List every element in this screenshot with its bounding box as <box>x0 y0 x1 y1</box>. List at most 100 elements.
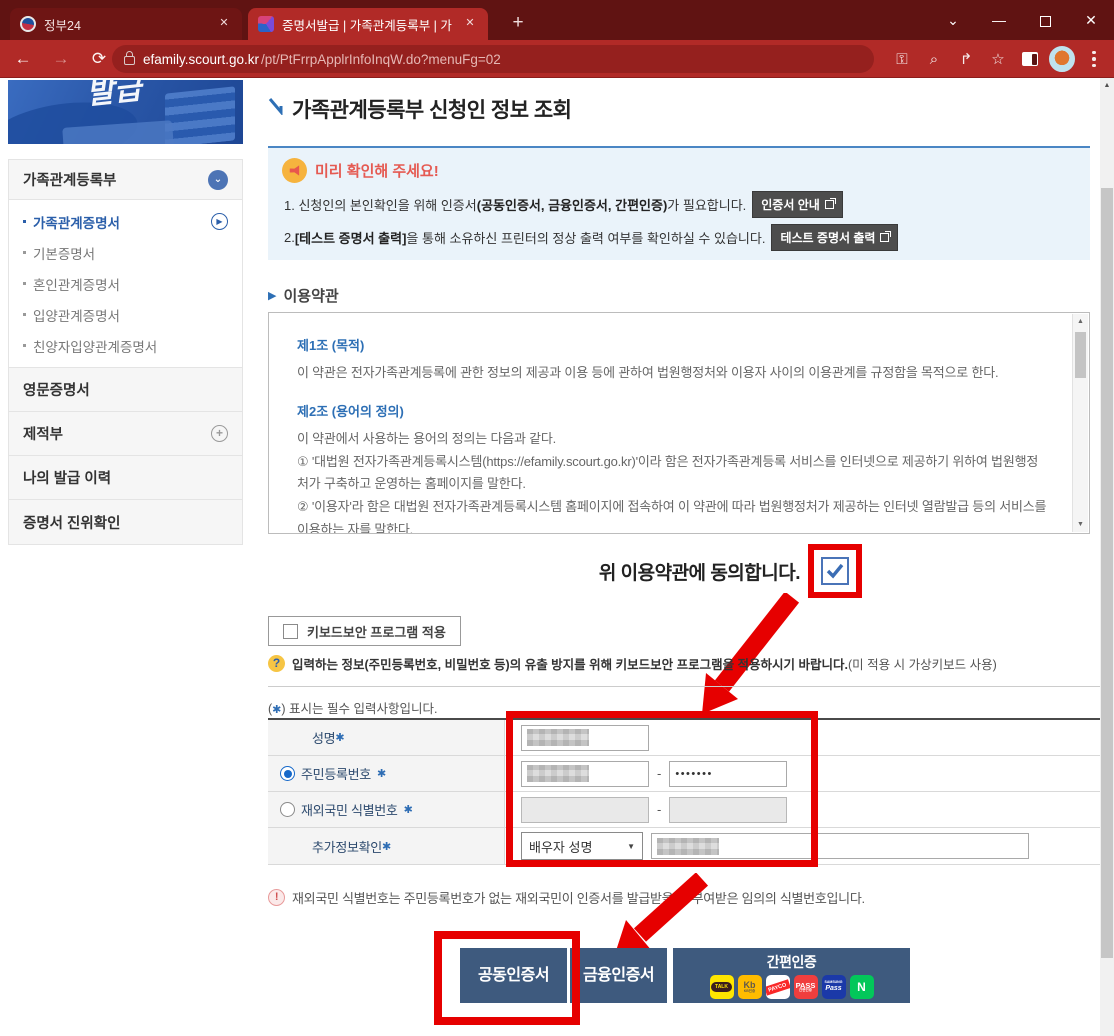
side-panel-icon[interactable] <box>1016 45 1044 73</box>
keyboard-security-label: 키보드보안 프로그램 적용 <box>307 622 446 641</box>
scroll-thumb[interactable] <box>1075 332 1086 378</box>
simple-auth-button[interactable]: 간편인증 TALK KbKB인증 PAYCO PASS간편인증 SAMSUNGP… <box>673 948 910 1003</box>
page-scrollbar[interactable]: ▲ <box>1100 78 1114 1036</box>
scroll-up-icon[interactable]: ▲ <box>1100 78 1114 92</box>
sidebar-item-adoption-cert[interactable]: 입양관계증명서 <box>9 299 242 330</box>
required-star-icon: ✱ <box>272 704 281 716</box>
terms-box[interactable]: 제1조 (목적) 이 약관은 전자가족관계등록에 관한 정보의 제공과 이용 등… <box>268 312 1090 534</box>
resident-number-front-input[interactable] <box>521 761 649 787</box>
scroll-down-icon[interactable]: ▼ <box>1073 517 1088 532</box>
finance-cert-button[interactable]: 금융인증서 <box>570 948 667 1003</box>
notice-line-1: 1. 신청인의 본인확인을 위해 인증서(공동인증서, 금융인증서, 간편인증)… <box>284 191 1076 218</box>
browser-titlebar: 정부24 ✕ 증명서발급 | 가족관계등록부 | 가 ✕ + ⌄ — ✕ <box>0 0 1114 40</box>
forward-icon[interactable]: → <box>46 44 76 74</box>
sidebar-item-jejeokbu[interactable]: 제적부 + <box>9 412 242 456</box>
samsung-pass-icon: SAMSUNGPass <box>822 975 846 999</box>
agree-checkbox[interactable] <box>821 557 849 585</box>
tab-close-icon[interactable]: ✕ <box>462 16 478 32</box>
sidebar-item-marriage-cert[interactable]: 혼인관계증명서 <box>9 268 242 299</box>
bookmark-star-icon[interactable]: ☆ <box>984 45 1012 73</box>
keyboard-security-checkbox[interactable] <box>283 624 298 639</box>
keyboard-security-help: ? 입력하는 정보(주민등록번호, 비밀번호 등)의 유출 방지를 위해 키보드… <box>268 654 997 673</box>
overseas-id-note: ! 재외국민 식별번호는 주민등록번호가 없는 재외국민이 인증서를 발급받을 … <box>268 888 865 907</box>
close-button[interactable]: ✕ <box>1068 0 1114 40</box>
sidebar: 발급 가족관계등록부 ⌄ 가족관계증명서 ▶ 기본증명서 <box>8 80 243 545</box>
resident-number-back-input[interactable]: ••••••• <box>669 761 787 787</box>
tab-efamily[interactable]: 증명서발급 | 가족관계등록부 | 가 ✕ <box>248 8 488 40</box>
sidebar-item-full-adoption-cert[interactable]: 친양자입양관계증명서 <box>9 330 242 361</box>
scroll-thumb[interactable] <box>1101 188 1113 958</box>
password-key-icon[interactable]: ⚿ <box>888 45 916 73</box>
overseas-id-radio[interactable] <box>280 802 295 817</box>
sidebar-item-family-cert[interactable]: 가족관계증명서 ▶ <box>9 206 242 237</box>
sidebar-item-my-history[interactable]: 나의 발급 이력 <box>9 456 242 500</box>
menu-dots-icon[interactable] <box>1080 45 1108 73</box>
banner-script-text: 발급 <box>84 80 143 113</box>
external-link-icon <box>880 233 889 242</box>
terms-scrollbar[interactable]: ▲ ▼ <box>1072 314 1088 532</box>
sidebar-item-cert-verification[interactable]: 증명서 진위확인 <box>9 500 242 544</box>
window-controls: ⌄ — ✕ <box>930 0 1114 40</box>
plus-circle-icon: + <box>211 425 228 442</box>
title-mark-icon <box>268 97 284 115</box>
sidebar-item-basic-cert[interactable]: 기본증명서 <box>9 237 242 268</box>
notice-box: 미리 확인해 주세요! 1. 신청인의 본인확인을 위해 인증서(공동인증서, … <box>268 146 1090 260</box>
form-row-name: 성명✱ <box>268 720 1100 756</box>
password-mask: ••••••• <box>675 768 712 780</box>
zoom-icon[interactable]: ⌕ <box>920 45 948 73</box>
terms-article1-title: 제1조 (목적) <box>297 335 1049 354</box>
sidebar-item-english-cert[interactable]: 영문증명서 <box>9 368 242 412</box>
kakao-talk-icon: TALK <box>710 975 734 999</box>
cert-guide-button[interactable]: 인증서 안내 <box>752 191 843 218</box>
sidebar-banner-image: 발급 <box>8 80 243 144</box>
tab-title: 정부24 <box>44 15 208 34</box>
new-tab-button[interactable]: + <box>504 10 532 38</box>
required-note: (✱) 표시는 필수 입력사항입니다. <box>268 698 437 717</box>
share-icon[interactable]: ↱ <box>952 45 980 73</box>
tab-search-icon[interactable]: ⌄ <box>930 0 976 40</box>
reload-icon[interactable]: ⟳ <box>84 44 114 74</box>
play-circle-icon: ▶ <box>211 213 228 230</box>
test-cert-print-button[interactable]: 테스트 증명서 출력 <box>771 224 898 251</box>
auth-buttons-row: 공동인증서 금융인증서 간편인증 TALK KbKB인증 PAYCO PASS간… <box>268 948 1100 1004</box>
terms-heading-row: ▶ 이용약관 <box>268 285 339 306</box>
terms-article2-body: 이 약관에서 사용하는 용어의 정의는 다음과 같다. ① '대법원 전자가족관… <box>297 428 1049 534</box>
agree-label: 위 이용약관에 동의합니다. <box>599 558 800 585</box>
external-link-icon <box>825 200 834 209</box>
browser-window: 정부24 ✕ 증명서발급 | 가족관계등록부 | 가 ✕ + ⌄ — ✕ ← →… <box>0 0 1114 1036</box>
back-icon[interactable]: ← <box>8 44 38 74</box>
tab-gov24[interactable]: 정부24 ✕ <box>10 8 242 40</box>
page-content: 발급 가족관계등록부 ⌄ 가족관계증명서 ▶ 기본증명서 <box>0 78 1114 1036</box>
minimize-button[interactable]: — <box>976 0 1022 40</box>
tab-close-icon[interactable]: ✕ <box>216 16 232 32</box>
resident-number-radio[interactable] <box>280 766 295 781</box>
scroll-up-icon[interactable]: ▲ <box>1073 314 1088 329</box>
maximize-button[interactable] <box>1022 0 1068 40</box>
overseas-id-front-input <box>521 797 649 823</box>
sidebar-menu: 가족관계등록부 ⌄ 가족관계증명서 ▶ 기본증명서 혼인관계 <box>8 159 243 545</box>
overseas-id-back-input <box>669 797 787 823</box>
maximize-icon <box>1040 16 1051 27</box>
form-row-overseas-id: 재외국민 식별번호✱ - <box>268 792 1100 828</box>
simple-auth-title: 간편인증 <box>673 952 910 972</box>
notice-line-2: 2. [테스트 증명서 출력]을 통해 소유하신 프린터의 정상 출력 여부를 … <box>284 224 1076 251</box>
url-bar[interactable]: efamily.scourt.go.kr/pt/PtFrrpApplrInfoI… <box>112 45 874 73</box>
additional-info-input[interactable] <box>651 833 1029 859</box>
megaphone-icon <box>282 158 307 183</box>
name-input[interactable] <box>521 725 649 751</box>
terms-article1-body: 이 약관은 전자가족관계등록에 관한 정보의 제공과 이용 등에 관하여 법원행… <box>297 362 1049 385</box>
keyboard-security-button[interactable]: 키보드보안 프로그램 적용 <box>268 616 461 646</box>
kb-cert-icon: KbKB인증 <box>738 975 762 999</box>
profile-avatar[interactable] <box>1048 45 1076 73</box>
efamily-favicon <box>258 16 274 32</box>
joint-cert-button[interactable]: 공동인증서 <box>460 948 567 1003</box>
page-title-row: 가족관계등록부 신청인 정보 조회 <box>268 94 571 124</box>
url-domain: efamily.scourt.go.kr <box>143 52 259 67</box>
url-path: /pt/PtFrrpApplrInfoInqW.do?menuFg=02 <box>261 52 501 67</box>
sidebar-item-family-register[interactable]: 가족관계등록부 ⌄ <box>9 160 242 200</box>
additional-info-select[interactable]: 배우자 성명 ▼ <box>521 832 643 860</box>
divider <box>268 686 1100 687</box>
tab-title: 증명서발급 | 가족관계등록부 | 가 <box>282 15 454 34</box>
form-row-resident-number: 주민등록번호✱ - ••••••• <box>268 756 1100 792</box>
select-arrow-icon: ▼ <box>627 842 635 851</box>
